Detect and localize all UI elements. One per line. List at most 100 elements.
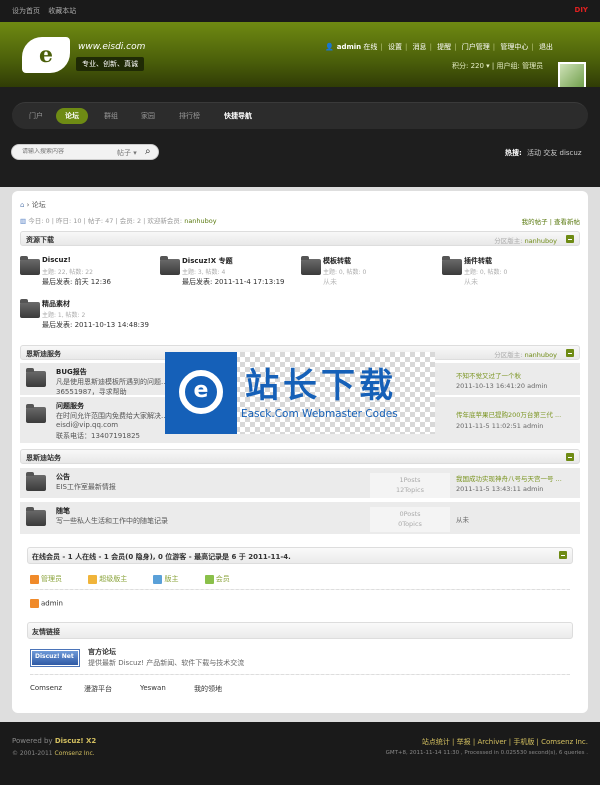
search-scope-select[interactable]: 帖子 ▾ [117,148,137,158]
legend-label: 版主 [164,575,179,583]
copyright: © 2001-2011 Comsenz Inc. [12,750,95,757]
forum-last-post[interactable]: 最后发表: 前天 12:36 [42,277,111,287]
search-input[interactable] [22,148,98,155]
home-icon[interactable]: ⌂ [20,201,24,209]
watermark-logo-glyph: e [179,370,223,414]
usergroup-link[interactable]: 用户组: 管理员 [497,62,544,70]
forum-desc: 在时间允许范围内免费给大家解决... [56,412,168,420]
nav-item-forum[interactable]: 论坛 [56,108,88,124]
last-post-title[interactable]: 传年底苹果已提购200万台第三代 ... [456,409,578,419]
footer-links[interactable]: 站点统计 | 举报 | Archiver | 手机版 | Comsenz Inc… [422,737,588,747]
breadcrumb-forum[interactable]: 论坛 [32,201,46,209]
nav-item-group[interactable]: 群组 [104,111,118,121]
topic-count: 0Topics [398,520,422,528]
friend-link[interactable]: Comsenz [30,684,62,692]
my-posts-link[interactable]: 我的帖子 [522,218,548,226]
credits-link[interactable]: 积分: 220 [452,62,484,70]
my-links: 我的帖子 | 查看新帖 [521,218,580,226]
user-icon: 👤 [325,43,334,51]
forum-name[interactable]: 公告 [56,472,70,482]
collapse-icon[interactable] [566,349,574,357]
hot-search-link[interactable]: 交友 [543,149,557,157]
friend-link[interactable]: Yeswan [140,684,166,692]
folder-icon [442,256,462,275]
legend-label: 管理员 [41,575,62,583]
online-header: 在线会员 - 1 人在线 - 1 会员(0 隐身), 0 位游客 - 最高记录是… [27,547,573,564]
nav-item-portal[interactable]: 门户 [29,111,43,121]
section-header-affairs: 恩斯迪站务 [20,449,580,464]
forum-counts: 1Posts 12Topics [370,473,450,498]
section-title[interactable]: 资源下载 [26,235,54,245]
forum-name[interactable]: Discuz!X 专题 [182,256,233,266]
section-title[interactable]: 恩斯迪服务 [26,349,61,359]
bookmark-link[interactable]: 收藏本站 [48,7,76,15]
hot-search-link[interactable]: discuz [560,149,582,157]
last-post-title[interactable]: 我国成功实现神舟八号与天宫一号 ... [456,473,578,483]
last-post-title[interactable]: 不知不觉又过了一个秋 [456,370,578,380]
online-user[interactable]: admin [30,599,63,608]
new-posts-link[interactable]: 查看新帖 [554,218,580,226]
powered-by-label: Powered by [12,737,53,745]
section-moderator: 分区版主: nanhuboy [494,349,557,359]
search-scope-label: 帖子 [117,149,131,157]
forum-row: 随笔 写一些私人生活和工作中的随笔记录 0Posts 0Topics 从未 [20,502,580,534]
avatar[interactable] [558,62,586,90]
stat-today: 今日: 0 [28,217,50,225]
online-title[interactable]: 在线会员 - 1 人在线 - 1 会员(0 隐身), 0 位游客 - 最高记录是… [32,552,291,562]
nav-item-ranking[interactable]: 排行榜 [179,111,200,121]
moderator-label: 分区版主: [494,237,523,245]
logout-link[interactable]: 退出 [539,43,553,51]
settings-link[interactable]: 设置 [388,43,402,51]
messages-link[interactable]: 消息 [413,43,427,51]
forum-last-post[interactable]: 最后发表: 2011-11-4 17:13:19 [182,277,284,287]
new-member-link[interactable]: nanhuboy [184,217,216,225]
friend-links-header: 友情链接 [27,622,573,639]
divider [30,674,570,675]
moderator-link[interactable]: nanhuboy [525,351,557,359]
legend-super-moderator: 超级版主 [88,574,139,584]
site-logo[interactable]: e [22,37,70,73]
last-post-meta: 从未 [456,516,469,524]
stat-welcome: 欢迎新会员: [147,217,183,225]
forum-name[interactable]: 精品素材 [42,299,70,309]
friend-link[interactable]: 漫游平台 [84,684,112,694]
portal-manage-link[interactable]: 门户管理 [462,43,490,51]
forum-stats: 主题: 22, 帖数: 22 [42,269,93,276]
nav-item-home[interactable]: 家园 [141,111,155,121]
nav-item-quick-nav[interactable]: 快捷导航 [224,111,252,121]
notices-link[interactable]: 提醒 [437,43,451,51]
collapse-icon[interactable] [566,235,574,243]
forum-name[interactable]: 插件转载 [464,256,492,266]
friend-link[interactable]: 我的领地 [194,684,222,694]
forum-name[interactable]: 问题服务 [56,401,84,411]
friend-link-official[interactable]: 官方论坛 [88,647,116,657]
forum-stats: 主题: 3, 帖数: 4 [182,269,226,276]
powered-by: Powered by Discuz! X2 [12,737,96,745]
forum-name[interactable]: 随笔 [56,506,70,516]
collapse-icon[interactable] [566,453,574,461]
diy-button[interactable]: DIY [575,6,588,14]
forum-name[interactable]: Discuz! [42,256,71,264]
moderator-link[interactable]: nanhuboy [525,237,557,245]
search-box: 帖子 ▾ ⌕ [11,144,159,160]
online-user-name[interactable]: admin [41,600,63,608]
username-link[interactable]: admin [337,43,361,51]
forum-last-post[interactable]: 最后发表: 2011-10-13 14:48:39 [42,320,149,330]
company-link[interactable]: Comsenz Inc. [55,750,95,757]
search-icon[interactable]: ⌕ [145,146,151,157]
forum-desc: eisdi@vip.qq.com [56,421,119,429]
stats-icon: ▥ [20,217,27,225]
forum-name[interactable]: 模板转载 [323,256,351,266]
collapse-icon[interactable] [559,551,567,559]
admin-center-link[interactable]: 管理中心 [500,43,528,51]
product-link[interactable]: Discuz! X2 [55,737,96,745]
hot-search-link[interactable]: 活动 [527,149,541,157]
discuz-logo[interactable]: Discuz! Net [30,649,80,667]
forum-name[interactable]: BUG报告 [56,367,87,377]
watermark-logo: e [165,352,237,434]
set-homepage-link[interactable]: 设为首页 [12,7,40,15]
stat-members: 会员: 2 [119,217,142,225]
section-title[interactable]: 恩斯迪站务 [26,453,61,463]
chevron-down-icon: ▾ [133,149,137,157]
friend-links-title: 友情链接 [32,628,60,636]
